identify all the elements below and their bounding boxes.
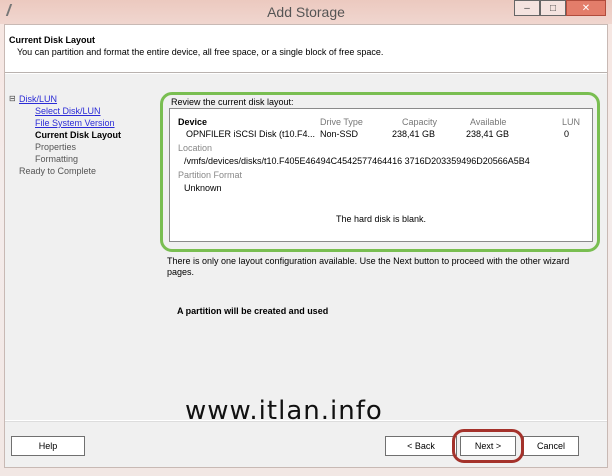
wizard-header: Current Disk Layout You can partition an… — [5, 25, 607, 73]
page-title: Current Disk Layout — [9, 35, 96, 45]
close-button[interactable]: ✕ — [566, 0, 606, 16]
nav-item-ready-to-complete: Ready to Complete — [19, 166, 97, 176]
lun-value: 0 — [564, 129, 570, 139]
location-value: /vmfs/devices/disks/t10.F405E46494C45425… — [184, 156, 530, 166]
column-available: Available — [470, 117, 507, 127]
next-button[interactable]: Next > — [460, 436, 516, 456]
partition-format-value: Unknown — [184, 183, 222, 193]
help-button[interactable]: Help — [11, 436, 85, 456]
available-value: 238,41 GB — [466, 129, 510, 139]
title-bar: Add Storage – □ ✕ — [0, 0, 612, 24]
drive-type-value: Non-SSD — [320, 129, 359, 139]
minimize-button[interactable]: – — [514, 0, 540, 16]
blank-disk-message: The hard disk is blank. — [335, 214, 427, 224]
maximize-button[interactable]: □ — [540, 0, 566, 16]
wizard-footer: Help < Back Next > Cancel — [5, 421, 607, 467]
capacity-value: 238,41 GB — [392, 129, 436, 139]
partition-message: A partition will be created and used — [177, 306, 329, 316]
back-button[interactable]: < Back — [385, 436, 457, 456]
cancel-button[interactable]: Cancel — [523, 436, 579, 456]
review-label: Review the current disk layout: — [171, 97, 294, 107]
add-storage-dialog: Current Disk Layout You can partition an… — [4, 24, 608, 468]
nav-item-current-disk-layout: Current Disk Layout — [35, 130, 122, 140]
column-capacity: Capacity — [402, 117, 438, 127]
wizard-nav: ⊟ Disk/LUN Select Disk/LUN File System V… — [5, 74, 153, 420]
column-device: Device — [178, 117, 208, 127]
collapse-icon[interactable]: ⊟ — [9, 95, 17, 103]
column-lun: LUN — [562, 117, 581, 127]
nav-item-properties: Properties — [35, 142, 77, 152]
disk-layout-box: Device Drive Type Capacity Available LUN… — [169, 108, 593, 242]
window-controls: – □ ✕ — [514, 0, 606, 20]
nav-item-select-disk-lun[interactable]: Select Disk/LUN — [35, 106, 101, 116]
nav-item-file-system-version[interactable]: File System Version — [35, 118, 115, 128]
content-pane: Review the current disk layout: Device D… — [157, 74, 607, 426]
location-label: Location — [178, 143, 213, 153]
partition-format-label: Partition Format — [178, 170, 243, 180]
device-name: OPNFILER iSCSI Disk (t10.F4... — [186, 129, 316, 139]
wizard-body: ⊟ Disk/LUN Select Disk/LUN File System V… — [5, 74, 607, 426]
layout-info-text: There is only one layout configuration a… — [167, 256, 570, 277]
page-subtitle: You can partition and format the entire … — [17, 47, 384, 57]
column-drive-type: Drive Type — [320, 117, 363, 127]
nav-item-formatting: Formatting — [35, 154, 79, 164]
nav-item-disk-lun[interactable]: Disk/LUN — [19, 94, 57, 104]
